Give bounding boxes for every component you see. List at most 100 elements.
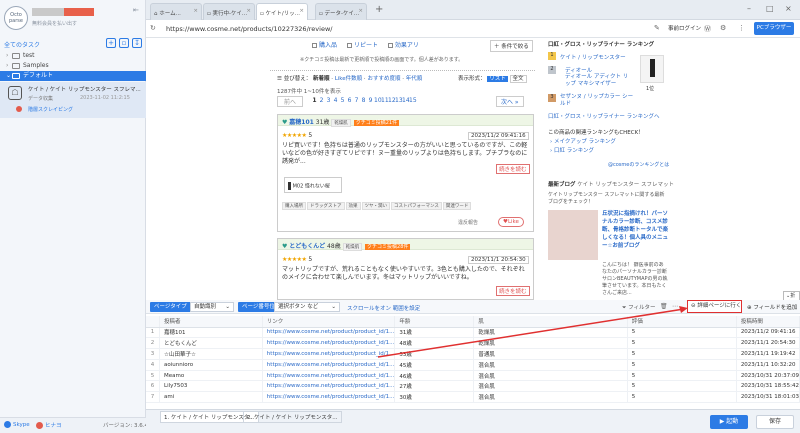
tree-folder-default[interactable]: ⌄ デフォルト — [0, 71, 146, 81]
more-icon[interactable]: ⋮ — [738, 24, 745, 32]
browser-tab-data[interactable]: ▫ データ-ケイ... × — [315, 3, 367, 20]
column-header[interactable]: 投稿者 — [159, 316, 263, 328]
sort-age[interactable]: 年代順 — [406, 76, 423, 82]
new-tab-icon[interactable]: + — [375, 4, 383, 15]
page-number[interactable]: 2 — [318, 97, 325, 104]
footer-tab-2[interactable]: 2. ケイト / ケイト リップモンスタ... — [243, 411, 342, 423]
column-header[interactable]: 年齢 — [394, 316, 475, 328]
new-folder-icon[interactable]: ▫ — [119, 38, 129, 48]
help-link[interactable]: ヒナヨ — [36, 421, 62, 429]
page-number[interactable]: 14 — [402, 97, 410, 104]
close-icon[interactable]: × — [299, 8, 304, 14]
page-number[interactable]: 15 — [409, 97, 417, 104]
page-number[interactable]: 9 — [367, 97, 374, 104]
delete-icon[interactable]: 🗑 — [660, 303, 668, 310]
wordpress-icon[interactable]: Ⓦ — [704, 24, 711, 34]
blog-title[interactable]: 丘状況に指摘けれ！パーソナルカラー診断、コスメ診断、骨格診断トータルで楽しくなる… — [602, 210, 668, 250]
rank-2-brand[interactable]: ディオール — [565, 66, 592, 74]
page-number[interactable]: 12 — [388, 97, 396, 104]
browser-tab-running[interactable]: ▫ 実行中-ケイ... × — [203, 3, 255, 20]
review-count-badge[interactable]: クチコミ投稿28件 — [365, 244, 411, 250]
page-type-select[interactable]: 自動識別 ⌄ — [190, 302, 234, 312]
maximize-icon[interactable]: □ — [766, 4, 774, 13]
filter-purchased[interactable]: 購入品 — [312, 42, 337, 49]
filter-effect[interactable]: 効果アリ — [387, 42, 419, 49]
tree-folder-samples[interactable]: › Samples — [0, 61, 146, 71]
collapse-sidebar-icon[interactable]: ⇤ — [133, 6, 139, 14]
page-number[interactable]: 8 — [360, 97, 367, 104]
page-number[interactable]: 7 — [353, 97, 360, 104]
product-variant[interactable]: M02 怪れない桜 — [284, 177, 342, 193]
table-row[interactable]: 2 とどもくんど https://www.cosme.net/product/pro… — [146, 337, 800, 350]
column-header[interactable]: 肌 — [473, 316, 628, 328]
settings-icon[interactable]: ⚙ — [720, 24, 726, 32]
rank-1-link[interactable]: ケイト / リップモンスター — [560, 53, 626, 61]
sort-newest[interactable]: 新着順 — [313, 76, 330, 82]
table-row[interactable]: 6 Lily7503 https://www.cosme.net/product/p… — [146, 380, 800, 393]
column-header[interactable]: 評価 — [627, 316, 737, 328]
filter-repeat[interactable]: リピート — [346, 42, 378, 49]
reload-icon[interactable]: ↻ — [150, 24, 156, 32]
browser-tab-home[interactable]: ⌂ ホーム... × — [150, 3, 202, 20]
rank-2-product[interactable]: ディオール アディクト リップ マキシマイザー — [565, 74, 633, 88]
url-input[interactable]: https://www.cosme.net/products/10227326/… — [166, 23, 666, 35]
pc-browser-button[interactable]: PCブラウザー — [754, 22, 794, 35]
user-plan-label[interactable]: 無料会員を払い出す — [32, 20, 77, 27]
rank-3-link[interactable]: セザンヌ / リップカラー シールド — [560, 94, 635, 108]
check-link-makeup[interactable]: › メイクアップ ランキング — [550, 137, 616, 145]
minimize-icon[interactable]: – — [747, 4, 751, 13]
table-row[interactable]: 5 Meamo https://www.cosme.net/product/prod… — [146, 370, 800, 382]
check-link-lipstick[interactable]: › 口紅 ランキング — [550, 146, 594, 154]
sort-likes[interactable]: Like件数順 — [335, 76, 362, 82]
page-number[interactable]: 5 — [339, 97, 346, 104]
go-to-detail-page-button[interactable]: ⊝ 詳細ページに行く — [687, 300, 742, 313]
next-page-button[interactable]: 次へ » — [496, 96, 524, 107]
new-task-icon[interactable]: + — [106, 38, 116, 48]
browser-tab-kate[interactable]: ▫ ケイト/リッ... × — [256, 3, 308, 20]
review-author[interactable]: 嘉穂101 — [289, 119, 314, 126]
more-options-icon[interactable]: ⋯ — [672, 303, 678, 310]
display-full-button[interactable]: 全文 — [509, 75, 527, 83]
table-row[interactable]: 7 ami https://www.cosme.net/product/produc… — [146, 391, 800, 404]
report-link[interactable]: 違反報告 — [458, 219, 478, 226]
display-list-button[interactable]: リスト — [487, 76, 508, 82]
tree-folder-test[interactable]: › test — [0, 51, 146, 61]
blog-image[interactable] — [548, 210, 598, 260]
table-row[interactable]: 1 嘉穂101 https://www.cosme.net/product/prod… — [146, 327, 800, 339]
page-number[interactable]: 6 — [346, 97, 353, 104]
sort-recommend[interactable]: おすすめ度順 — [367, 76, 400, 82]
table-row[interactable]: 4 aoiunnioro https://www.cosme.net/product… — [146, 359, 800, 371]
edit-url-icon[interactable]: ✎ — [654, 24, 660, 32]
review-author[interactable]: とどもくんど — [289, 243, 325, 250]
page-number[interactable]: 11 — [381, 97, 389, 104]
read-more-button[interactable]: 続きを読む — [496, 164, 530, 174]
ranking-link[interactable]: 口紅・グロス・リップライナー ランキングへ — [548, 112, 659, 120]
close-icon[interactable]: × — [358, 8, 363, 14]
narrow-search-button[interactable]: ＋ 条件で絞る — [490, 40, 533, 52]
review-count-badge[interactable]: クチコミ投稿21件 — [353, 120, 400, 126]
page-number[interactable]: 3 — [325, 97, 332, 104]
start-button[interactable]: ▶ 起動 — [710, 415, 748, 429]
page-number[interactable]: 13 — [395, 97, 403, 104]
close-icon[interactable]: × — [193, 8, 198, 14]
close-window-icon[interactable]: × — [785, 4, 792, 13]
prev-page-button[interactable]: 前へ — [277, 96, 304, 107]
scroll-settings-link[interactable]: スクロールをオン 範囲を設定 — [347, 304, 420, 312]
save-button[interactable]: 保存 — [756, 415, 794, 429]
like-button[interactable]: ♥Like — [498, 217, 524, 227]
page-number[interactable]: 1 — [311, 97, 318, 104]
add-field-button[interactable]: ⊕ フィールドを追加 — [747, 303, 797, 311]
page-number[interactable]: 10 — [374, 97, 382, 104]
filter-button[interactable]: ⏷ フィルター — [622, 303, 656, 312]
read-more-button[interactable]: 続きを読む — [496, 286, 530, 296]
page-number[interactable]: 4 — [332, 97, 339, 104]
all-tasks-header[interactable]: 全てのタスク — [4, 40, 40, 49]
cosme-ranking-link[interactable]: @cosmeのランキングとは — [608, 161, 669, 168]
skype-link[interactable]: Skype — [4, 421, 30, 428]
table-row[interactable]: 3 ☆山田華子☆ https://www.cosme.net/product/pro… — [146, 348, 800, 360]
close-icon[interactable]: × — [246, 8, 251, 14]
product-image[interactable] — [640, 55, 664, 83]
paging-select[interactable]: 選択ボタン など ⌄ — [274, 302, 340, 312]
pre-login-button[interactable]: 事前ログイン — [668, 24, 701, 32]
import-task-icon[interactable]: ↧ — [132, 38, 142, 48]
